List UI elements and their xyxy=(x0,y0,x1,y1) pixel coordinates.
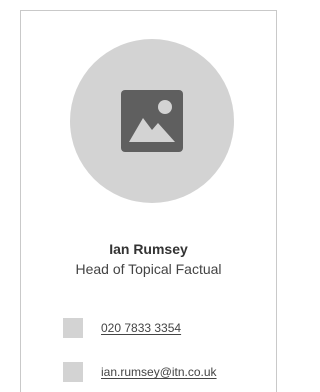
phone-link[interactable]: 020 7833 3354 xyxy=(101,321,181,335)
email-icon xyxy=(63,362,83,382)
contact-name: Ian Rumsey xyxy=(109,241,188,257)
email-row: ian.rumsey@itn.co.uk xyxy=(63,362,217,382)
phone-row: 020 7833 3354 xyxy=(63,318,181,338)
contact-card: Ian Rumsey Head of Topical Factual 020 7… xyxy=(20,10,277,392)
phone-icon xyxy=(63,318,83,338)
avatar xyxy=(70,39,234,203)
email-link[interactable]: ian.rumsey@itn.co.uk xyxy=(101,365,217,379)
contact-job-title: Head of Topical Factual xyxy=(75,261,222,277)
image-placeholder-icon xyxy=(121,90,183,152)
